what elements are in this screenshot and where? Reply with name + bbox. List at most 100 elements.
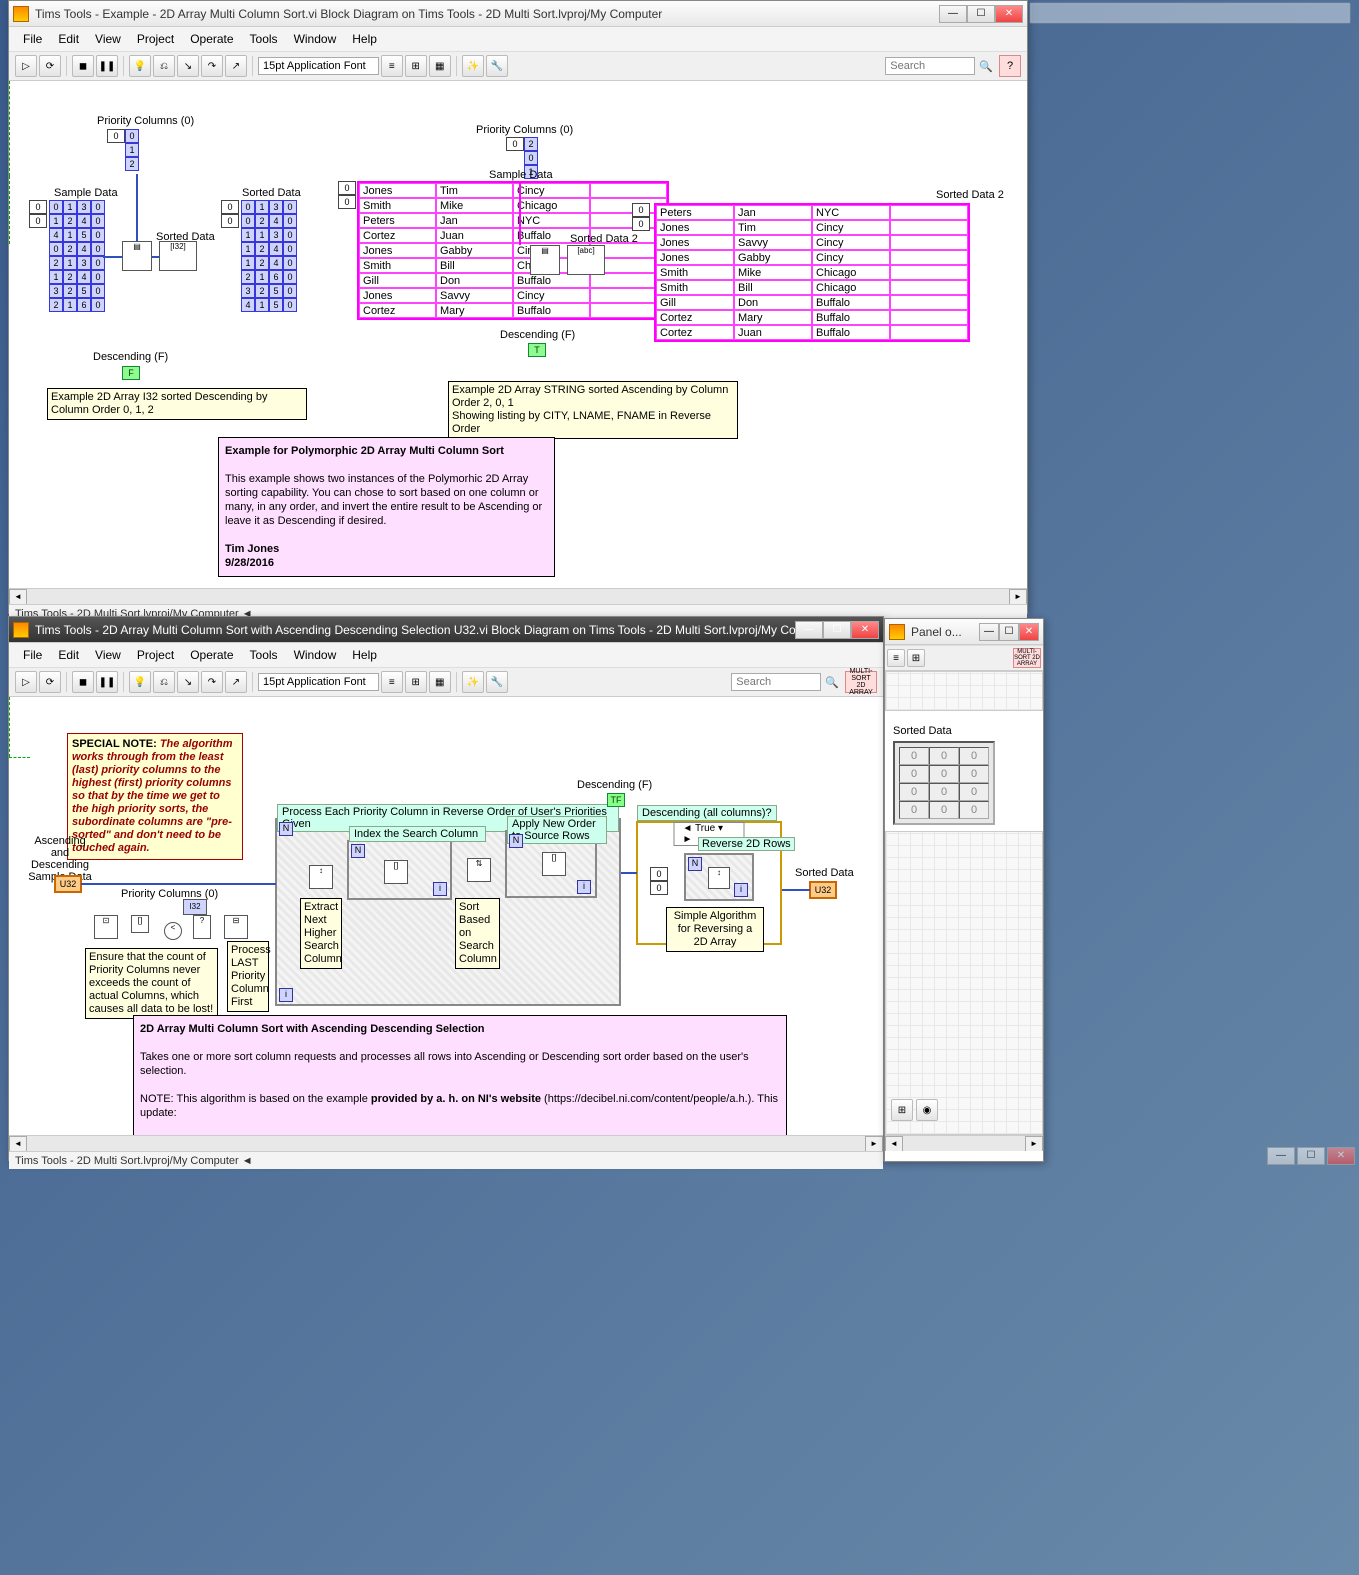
block-diagram-2[interactable]: SPECIAL NOTE: The algorithm works throug… [9,697,883,1151]
array-subset-node[interactable]: ⊟ [224,915,248,939]
priority-cols-ctrl[interactable]: I32 [183,899,207,915]
block-diagram-1[interactable]: Priority Columns (0) 0 012 Sample Data 0… [9,81,1027,604]
distribute-button[interactable]: ⊞ [405,55,427,77]
minimize-button[interactable]: — [979,623,999,641]
align-button[interactable]: ≡ [887,649,905,667]
distribute-button[interactable]: ⊞ [405,671,427,693]
font-select[interactable]: 15pt Application Font [258,673,379,691]
search-icon[interactable]: 🔍 [979,60,993,73]
sort-subvi-2[interactable]: ▤ [530,245,560,275]
descending-1-bool[interactable]: F [122,366,140,380]
search-icon[interactable]: 🔍 [825,676,839,689]
highlight-button[interactable]: 💡 [129,671,151,693]
titlebar-3[interactable]: Panel o... — ☐ ✕ [885,619,1043,645]
context-help-icon[interactable]: ? [999,55,1021,77]
reorder-button[interactable]: ▦ [429,671,451,693]
run-cont-button[interactable]: ⟳ [39,55,61,77]
less-node[interactable]: < [164,922,182,940]
stop-button[interactable]: ◼ [72,55,94,77]
step-over-button[interactable]: ↷ [201,671,223,693]
sorted-data-2-table[interactable]: PetersJanNYCJonesTimCincyJonesSavvyCincy… [654,203,970,342]
priority-cols-1-ctrl[interactable]: 0 012 [107,129,139,171]
index-array-node[interactable]: [] [384,860,408,884]
reorder-button[interactable]: ▦ [429,55,451,77]
run-cont-button[interactable]: ⟳ [39,671,61,693]
scrollbar-h-2[interactable] [9,1135,883,1151]
sample-data-1-table[interactable]: 01301240415002402130124032502160 [49,200,105,312]
vi-icon[interactable]: MULTI-SORT 2D ARRAY [845,671,877,693]
array-size-node[interactable]: ⊡ [94,915,118,939]
menu-file[interactable]: File [15,29,50,49]
menu-project[interactable]: Project [129,645,182,665]
menu-tools[interactable]: Tools [242,645,286,665]
menu-tools[interactable]: Tools [242,29,286,49]
reverse-array-node[interactable]: ↕ [309,865,333,889]
select-node[interactable]: ? [193,915,211,939]
scrollbar-h-1[interactable] [9,588,1027,604]
for-loop-index[interactable]: Index the Search Column N [] i [347,840,452,900]
step-out-button[interactable]: ↗ [225,55,247,77]
menu-help[interactable]: Help [344,645,385,665]
front-panel[interactable]: Sorted Data 000000000000 ⊞ ◉ [885,671,1043,1151]
step-in-button[interactable]: ↘ [177,55,199,77]
for-loop-reverse[interactable]: N ↕ i [684,853,754,901]
maximize-button[interactable]: ☐ [967,5,995,23]
menu-window[interactable]: Window [286,29,345,49]
cleanup-button[interactable]: ✨ [462,55,484,77]
sample-data-2-table[interactable]: JonesTimCincySmithMikeChicagoPetersJanNY… [357,181,669,320]
maximize-button[interactable]: ☐ [823,621,851,639]
for-loop-process[interactable]: Process Each Priority Column in Reverse … [275,818,621,1006]
menu-file[interactable]: File [15,645,50,665]
descending-2-bool[interactable]: T [528,343,546,357]
close-button[interactable]: ✕ [1019,623,1039,641]
distribute-button[interactable]: ⊞ [907,649,925,667]
menu-project[interactable]: Project [129,29,182,49]
titlebar-2[interactable]: Tims Tools - 2D Array Multi Column Sort … [9,617,883,643]
titlebar-1[interactable]: Tims Tools - Example - 2D Array Multi Co… [9,1,1027,27]
search-input[interactable] [731,673,821,691]
align-button[interactable]: ≡ [381,671,403,693]
align-button[interactable]: ≡ [381,55,403,77]
step-over-button[interactable]: ↷ [201,55,223,77]
retain-button[interactable]: ⎌ [153,55,175,77]
menu-operate[interactable]: Operate [182,29,241,49]
run-button[interactable]: ▷ [15,671,37,693]
index-array-node-2[interactable]: [] [542,852,566,876]
scrollbar-h-3[interactable] [885,1135,1043,1151]
grid-icon[interactable]: ⊞ [891,1099,913,1121]
menu-edit[interactable]: Edit [50,29,87,49]
stop-button[interactable]: ◼ [72,671,94,693]
text-settings-button[interactable]: 🔧 [486,671,508,693]
index-node[interactable]: [] [131,915,149,933]
step-out-button[interactable]: ↗ [225,671,247,693]
pause-button[interactable]: ❚❚ [96,671,118,693]
search-input[interactable] [885,57,975,75]
sorted-data-1-idx[interactable]: 00 [221,200,239,228]
menu-view[interactable]: View [87,645,129,665]
font-select[interactable]: 15pt Application Font [258,57,379,75]
pause-button[interactable]: ❚❚ [96,55,118,77]
close-button[interactable]: ✕ [851,621,879,639]
minimize-button[interactable]: — [795,621,823,639]
sort-subvi-1[interactable]: ▤ [122,241,152,271]
const-array[interactable]: 00 [650,867,668,895]
menu-help[interactable]: Help [344,29,385,49]
menu-window[interactable]: Window [286,645,345,665]
menu-view[interactable]: View [87,29,129,49]
cleanup-button[interactable]: ✨ [462,671,484,693]
menu-edit[interactable]: Edit [50,645,87,665]
sample-data-1-idx[interactable]: 00 [29,200,47,228]
sorted-data-1-table[interactable]: 01300240113012401240216032504150 [241,200,297,312]
run-button[interactable]: ▷ [15,55,37,77]
maximize-button[interactable]: ☐ [999,623,1019,641]
reverse-row-node[interactable]: ↕ [708,867,730,889]
case-structure[interactable]: ◄ True ▾ ► Reverse 2D Rows N ↕ i 00 Simp… [636,821,782,945]
close-button[interactable]: ✕ [995,5,1023,23]
menu-operate[interactable]: Operate [182,645,241,665]
sorted-data-out[interactable]: U32 [809,881,837,899]
sorted-data-2-ind[interactable]: [abc] [567,245,605,275]
highlight-button[interactable]: 💡 [129,55,151,77]
step-in-button[interactable]: ↘ [177,671,199,693]
sample-data-2-idx[interactable]: 00 [338,181,356,209]
for-loop-apply[interactable]: Apply New Order to Source Rows N [] i [505,830,597,898]
